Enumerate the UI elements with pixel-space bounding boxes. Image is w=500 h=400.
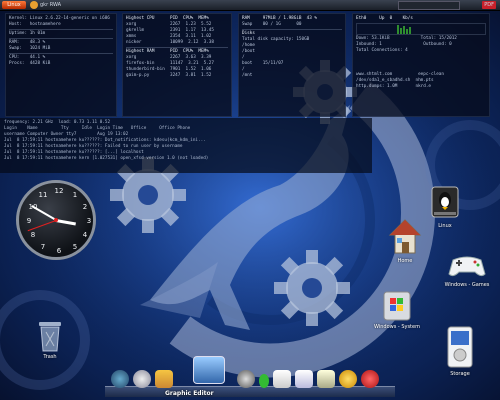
- clock-minute-hand: [31, 205, 57, 221]
- top-panel: Linux gkr RWA PDF: [0, 0, 500, 11]
- windows-drive-icon: [383, 291, 411, 321]
- clock-numeral: 7: [40, 243, 46, 251]
- divider: [126, 47, 228, 48]
- desktop: Linux gkr RWA PDF Kernel: Linux 2.6.22-1…: [0, 0, 500, 400]
- divider: [9, 29, 113, 30]
- desktop-icon-home[interactable]: Home: [385, 218, 425, 264]
- network-header: Eth0 Up 0 Kb/s: [356, 16, 413, 21]
- graphic-editor-icon[interactable]: [193, 356, 225, 384]
- tray-indicator[interactable]: PDF: [482, 1, 496, 9]
- storage-label: Storage: [450, 371, 470, 377]
- system-row: Procs: 4428 KiB: [9, 61, 51, 66]
- log-terminal: frequency: 2.21 GHz load: 0.73 1.11 0.52…: [0, 118, 372, 173]
- clock-numeral: 12: [54, 187, 64, 195]
- clock-numeral: 3: [86, 217, 92, 225]
- pdf-icon[interactable]: [273, 370, 291, 388]
- system-row: Swap: 1024 MiB: [9, 46, 51, 51]
- network-row: http.dumps: 1.0M nkrd.e: [356, 84, 432, 89]
- divider: [242, 29, 342, 30]
- system-row: Uptime: 1h 01m: [9, 31, 46, 36]
- windows-games-label: Windows - Games: [444, 282, 490, 288]
- process-row: nicker 10099 2.12 3.38: [126, 40, 214, 45]
- tray-meter: [398, 1, 460, 10]
- network-panel: Eth0 Up 0 Kb/s Down: 53.1KiB Total: 15/2…: [352, 13, 490, 117]
- clock-numeral: 4: [82, 231, 88, 239]
- desktop-icon-storage[interactable]: Storage: [438, 325, 482, 377]
- power-icon[interactable]: [361, 370, 379, 388]
- storage-device-icon: [447, 326, 473, 368]
- system-info-panel: Kernel: Linux 2.6.22-14-generic on i686 …: [5, 13, 117, 117]
- clock-numeral: 9: [26, 217, 32, 225]
- network-graph: [356, 23, 486, 35]
- wallpaper-gear-bottom: [274, 250, 350, 326]
- document-icon[interactable]: [295, 370, 313, 388]
- divider: [9, 38, 113, 39]
- hard-drive-tux-icon: [431, 186, 459, 218]
- desktop-icon-windows-system[interactable]: Windows - System: [368, 290, 426, 330]
- home-label: Home: [397, 258, 413, 264]
- dock-shelf: [105, 386, 395, 397]
- clock-numeral: 11: [38, 191, 48, 199]
- log-row: Jul 8 17:59:11 hostnamehere kern [1.0275…: [4, 156, 209, 161]
- gamepad-icon: [448, 256, 486, 277]
- memory-disk-panel: RAM 97MiB / 1.98GiB 43 % Swap 00 / 1G 00…: [238, 13, 346, 117]
- clock-hour-hand: [55, 218, 76, 225]
- clock-numeral: 2: [82, 203, 88, 211]
- memory-row: Swap 00 / 1G 00: [242, 22, 302, 27]
- disk-row: /mnt: [242, 73, 263, 78]
- film-reel-icon[interactable]: [237, 370, 255, 388]
- clock-numeral: 8: [30, 231, 36, 239]
- desktop-icon-trash[interactable]: Trash: [30, 318, 70, 360]
- clock-numeral: 6: [56, 247, 62, 255]
- trash-icon: [39, 322, 61, 352]
- process-row: gaim-p.py 3247 3.81 1.52: [126, 73, 212, 78]
- desktop-icon-linux[interactable]: Linux: [425, 185, 465, 229]
- home-icon: [388, 219, 422, 254]
- dock: Graphic Editor: [105, 356, 395, 397]
- start-menu-button[interactable]: Linux: [2, 1, 26, 9]
- process-panel: Highest CPU PID CPU% MEM% xorg 2267 1.23…: [122, 13, 232, 117]
- divider: [9, 53, 113, 54]
- play-icon[interactable]: [259, 374, 269, 388]
- linux-label: Linux: [438, 223, 452, 229]
- clock-center-pin: [54, 218, 58, 222]
- notes-icon[interactable]: [317, 370, 335, 388]
- taskbar-item[interactable]: gkr RWA: [40, 1, 78, 9]
- paint-icon[interactable]: [155, 370, 173, 388]
- finder-icon[interactable]: [111, 370, 129, 388]
- clock-numeral: 5: [72, 243, 78, 251]
- settings-icon[interactable]: [133, 370, 151, 388]
- desktop-icon-windows-games[interactable]: Windows - Games: [442, 250, 492, 288]
- system-row: Host: hostnamehere: [9, 22, 61, 27]
- trash-label: Trash: [43, 354, 57, 360]
- dock-active-label: Graphic Editor: [165, 390, 214, 397]
- windows-system-label: Windows - System: [374, 324, 420, 330]
- clock-numeral: 1: [72, 191, 78, 199]
- refresh-icon[interactable]: [339, 370, 357, 388]
- analog-clock-widget[interactable]: 12 1 2 3 4 5 6 7 8 9 10 11: [16, 180, 96, 260]
- launcher-icon[interactable]: [30, 1, 38, 9]
